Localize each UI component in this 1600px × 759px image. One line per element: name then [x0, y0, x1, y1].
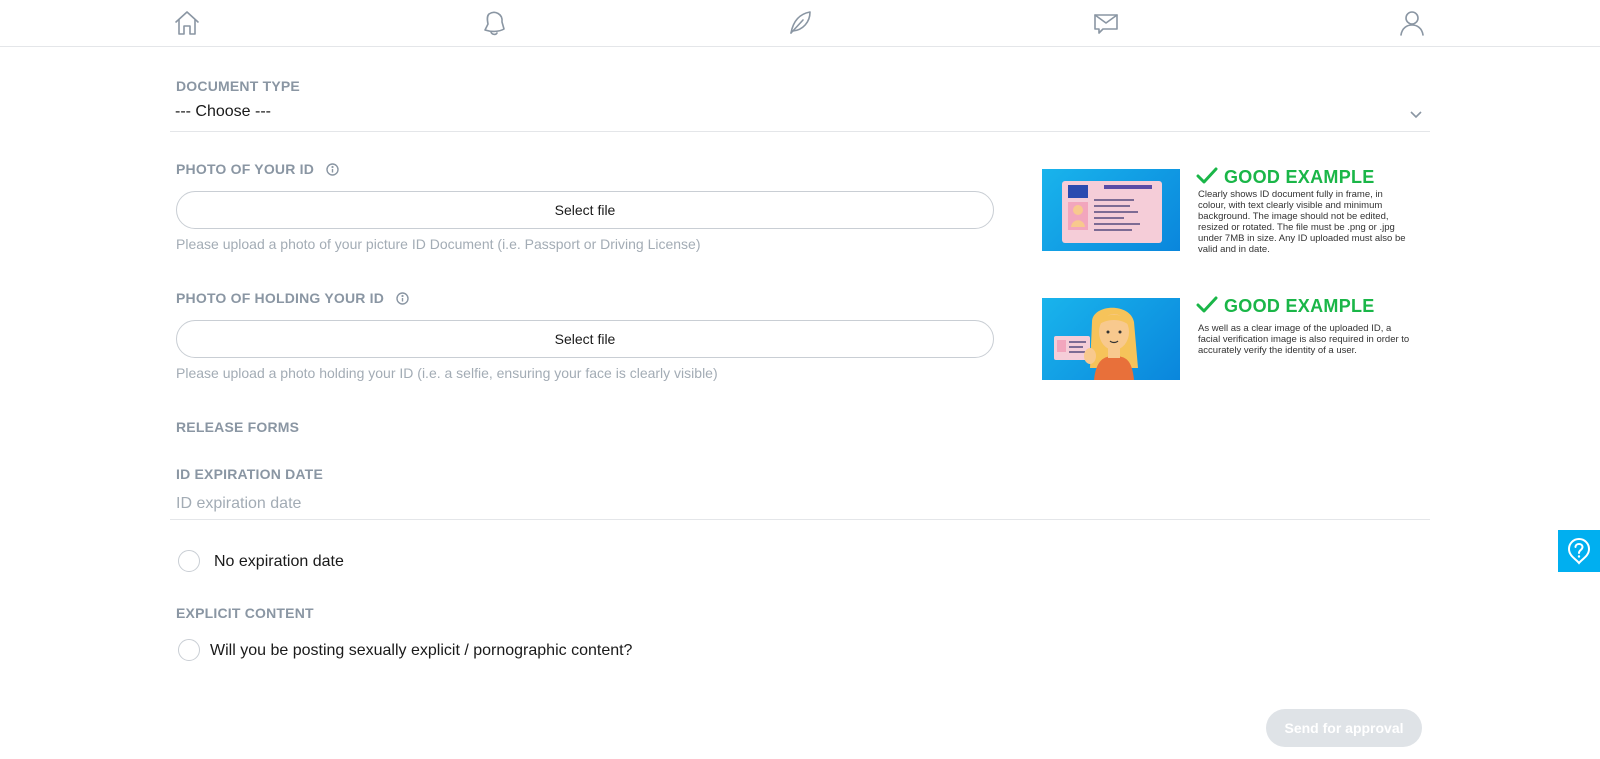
mail-icon[interactable] — [1089, 6, 1123, 40]
help-button[interactable] — [1558, 530, 1600, 572]
help-question-icon — [1567, 538, 1591, 565]
document-type-label: DOCUMENT TYPE — [176, 78, 300, 94]
explicit-content-radio[interactable] — [178, 639, 200, 661]
photo-id-label: PHOTO OF YOUR ID — [176, 161, 339, 177]
photo-id-select-file-button[interactable]: Select file — [176, 191, 994, 229]
good-example-title: GOOD EXAMPLE — [1196, 296, 1375, 317]
photo-id-label-text: PHOTO OF YOUR ID — [176, 161, 315, 177]
explicit-content-label: EXPLICIT CONTENT — [176, 605, 314, 621]
info-icon[interactable] — [326, 163, 339, 176]
photo-holding-select-file-button[interactable]: Select file — [176, 320, 994, 358]
good-example-title: GOOD EXAMPLE — [1196, 167, 1375, 188]
checkmark-icon — [1196, 167, 1218, 188]
send-for-approval-button[interactable]: Send for approval — [1266, 709, 1422, 747]
id-expiration-label: ID EXPIRATION DATE — [176, 466, 323, 482]
id-card-example-image — [1042, 169, 1180, 251]
no-expiration-radio[interactable] — [178, 550, 200, 572]
bell-icon[interactable] — [477, 6, 511, 40]
document-type-select[interactable]: --- Choose --- — [170, 97, 1430, 132]
photo-holding-hint: Please upload a photo holding your ID (i… — [176, 365, 718, 381]
document-type-value: --- Choose --- — [175, 103, 272, 120]
checkmark-icon — [1196, 296, 1218, 317]
top-navigation — [0, 0, 1600, 47]
photo-holding-label: PHOTO OF HOLDING YOUR ID — [176, 290, 409, 306]
feather-icon[interactable] — [783, 6, 817, 40]
good-example-title-text: GOOD EXAMPLE — [1224, 167, 1375, 187]
explicit-content-question[interactable]: Will you be posting sexually explicit / … — [210, 642, 632, 660]
good-example-text: As well as a clear image of the uploaded… — [1198, 323, 1410, 356]
photo-id-hint: Please upload a photo of your picture ID… — [176, 236, 701, 252]
user-icon[interactable] — [1395, 6, 1429, 40]
photo-holding-label-text: PHOTO OF HOLDING YOUR ID — [176, 290, 385, 306]
id-expiration-input[interactable] — [170, 488, 1430, 520]
chevron-down-icon — [1408, 106, 1424, 122]
release-forms-label: RELEASE FORMS — [176, 419, 300, 435]
info-icon[interactable] — [396, 292, 409, 305]
good-example-title-text: GOOD EXAMPLE — [1224, 296, 1375, 316]
no-expiration-label[interactable]: No expiration date — [214, 553, 344, 571]
home-icon[interactable] — [170, 6, 204, 40]
good-example-text: Clearly shows ID document fully in frame… — [1198, 189, 1406, 255]
selfie-example-image — [1042, 298, 1180, 380]
